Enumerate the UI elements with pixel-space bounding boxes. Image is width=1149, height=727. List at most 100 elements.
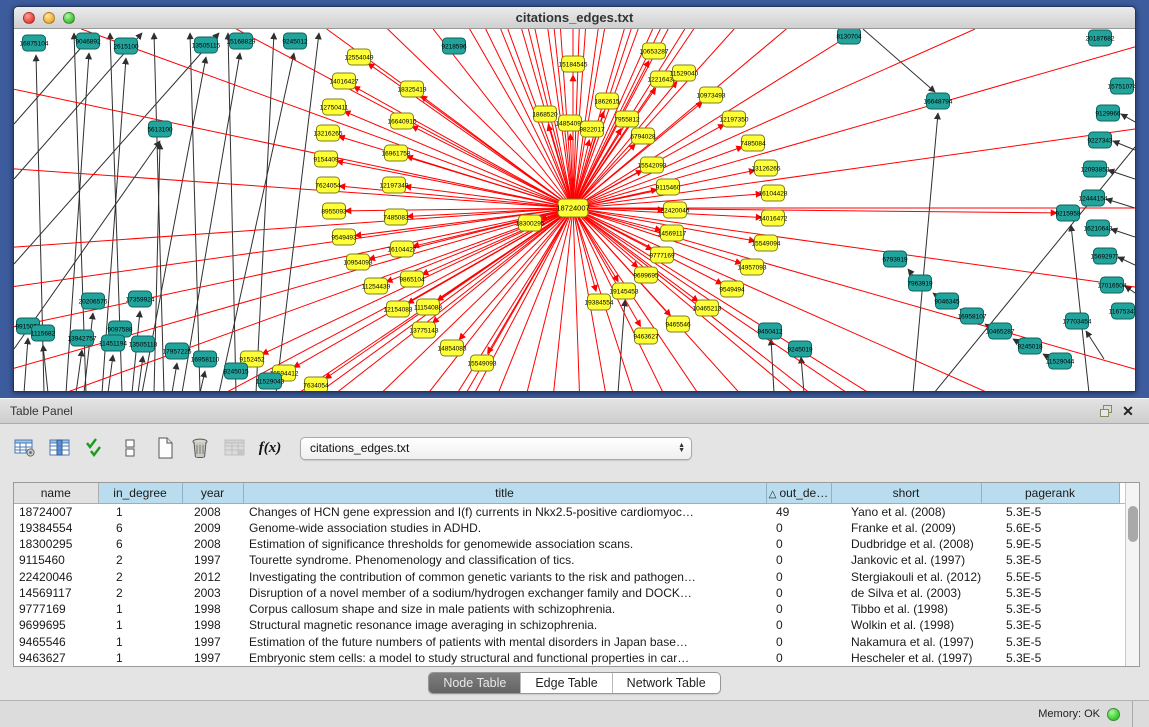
- network-node[interactable]: 10465287: [986, 323, 1015, 339]
- network-node[interactable]: 7634054: [303, 377, 329, 392]
- network-node[interactable]: 9245015: [223, 363, 249, 379]
- network-node[interactable]: 7963919: [907, 275, 933, 291]
- network-node[interactable]: 9154409: [313, 151, 339, 167]
- column-header-out_de…[interactable]: △out_de…: [766, 483, 831, 503]
- network-node[interactable]: 7624054: [315, 177, 341, 193]
- network-node[interactable]: 12444154: [1079, 190, 1108, 206]
- network-node[interactable]: 10954093: [344, 254, 373, 270]
- network-node[interactable]: 15692971: [1091, 248, 1120, 264]
- network-node[interactable]: 15184545: [559, 56, 588, 72]
- table-row[interactable]: 946554611997Estimation of the future num…: [14, 633, 1125, 649]
- network-node[interactable]: 14569117: [658, 225, 687, 241]
- network-node[interactable]: 17016504: [1098, 277, 1127, 293]
- network-node[interactable]: 1115682: [31, 325, 56, 341]
- network-node[interactable]: 20206576: [79, 293, 108, 309]
- network-graph[interactable]: 1255404914016427127504111321626591544097…: [14, 29, 1135, 392]
- network-node[interactable]: 9463627: [633, 328, 659, 344]
- network-node[interactable]: 9245012: [282, 33, 308, 49]
- network-node[interactable]: 15751074: [1108, 78, 1135, 94]
- network-node[interactable]: 11154088: [414, 299, 442, 315]
- network-node[interactable]: 10973493: [697, 87, 726, 103]
- table-row[interactable]: 946362711997Embryonic stem cells: a mode…: [14, 650, 1125, 666]
- network-node[interactable]: 5613100: [147, 121, 173, 137]
- table-row[interactable]: 1938455462009Genome-wide association stu…: [14, 520, 1125, 536]
- column-header-name[interactable]: name: [14, 483, 98, 503]
- tab-edge-table[interactable]: Edge Table: [520, 673, 611, 693]
- close-button[interactable]: [23, 12, 35, 24]
- network-view[interactable]: 1255404914016427127504111321626591544097…: [14, 29, 1135, 392]
- network-node[interactable]: 8955093: [321, 203, 347, 219]
- network-node[interactable]: 15168829: [227, 33, 256, 49]
- network-node[interactable]: 9129966: [1095, 105, 1121, 121]
- network-node[interactable]: 6793919: [882, 251, 908, 267]
- network-node[interactable]: 9245019: [787, 341, 813, 357]
- network-node[interactable]: 9549493: [331, 229, 357, 245]
- network-node[interactable]: 9046892: [75, 33, 101, 49]
- table-row[interactable]: 1872400712008Changes of HCN gene express…: [14, 503, 1125, 520]
- network-node[interactable]: 12197349: [380, 177, 409, 193]
- network-node[interactable]: 11254439: [362, 278, 391, 294]
- network-node[interactable]: 15549093: [468, 355, 497, 371]
- network-node[interactable]: 10465213: [693, 300, 722, 316]
- network-node[interactable]: 16104428: [759, 185, 788, 201]
- show-columns-button[interactable]: [47, 435, 73, 461]
- network-node[interactable]: 16961758: [382, 145, 411, 161]
- network-node[interactable]: 11529040: [670, 65, 699, 81]
- function-builder-button[interactable]: f(x): [257, 435, 283, 461]
- scrollbar-thumb[interactable]: [1128, 506, 1138, 542]
- network-node[interactable]: 2615100: [113, 38, 139, 54]
- network-node[interactable]: 16958110: [191, 351, 220, 367]
- delete-column-button[interactable]: [187, 435, 213, 461]
- network-node[interactable]: 1868520: [532, 106, 558, 122]
- network-node[interactable]: 16640910: [388, 113, 417, 129]
- network-node[interactable]: 20187682: [1086, 30, 1115, 46]
- network-node[interactable]: 9777169: [649, 247, 675, 263]
- network-node[interactable]: 14016472: [759, 210, 788, 226]
- network-node[interactable]: 9046345: [934, 293, 960, 309]
- network-node[interactable]: 16210643: [1084, 220, 1113, 236]
- network-node[interactable]: 22420046: [661, 202, 690, 218]
- network-node[interactable]: 12154083: [384, 301, 413, 317]
- network-node[interactable]: 13505115: [192, 37, 221, 53]
- network-node[interactable]: 9465546: [665, 316, 691, 332]
- network-window-titlebar[interactable]: citations_edges.txt: [14, 7, 1135, 29]
- network-node[interactable]: 12750411: [320, 99, 349, 115]
- network-node[interactable]: 14854083: [438, 340, 467, 356]
- network-node[interactable]: 7955812: [614, 111, 640, 127]
- network-node[interactable]: 9227343: [1087, 132, 1113, 148]
- network-node[interactable]: 9115460: [656, 179, 681, 195]
- table-row[interactable]: 911546021997Tourette syndrome. Phenomeno…: [14, 552, 1125, 568]
- column-header-pagerank[interactable]: pagerank: [981, 483, 1119, 503]
- zoom-button[interactable]: [63, 12, 75, 24]
- delete-table-button[interactable]: [222, 435, 248, 461]
- network-node[interactable]: 19145453: [610, 283, 639, 299]
- table-mode-button[interactable]: [12, 435, 38, 461]
- close-panel-button[interactable]: ✕: [1117, 401, 1139, 421]
- network-node[interactable]: 9215958: [1055, 205, 1081, 221]
- network-node[interactable]: 15549094: [752, 235, 781, 251]
- table-row[interactable]: 969969511998Structural magnetic resonanc…: [14, 617, 1125, 633]
- network-node[interactable]: 7485084: [740, 135, 766, 151]
- table-scrollbar[interactable]: [1125, 483, 1139, 666]
- network-node[interactable]: 9450412: [757, 323, 783, 339]
- network-node[interactable]: 9218596: [441, 38, 467, 54]
- network-hub-node[interactable]: 18724007: [556, 199, 589, 217]
- network-node[interactable]: 14016427: [330, 73, 359, 89]
- network-node[interactable]: 9245018: [1017, 338, 1043, 354]
- network-node[interactable]: 11529043: [256, 373, 285, 389]
- memory-status-indicator[interactable]: [1107, 708, 1120, 721]
- network-node[interactable]: 15542093: [638, 157, 667, 173]
- tab-network-table[interactable]: Network Table: [612, 673, 720, 693]
- network-node[interactable]: 11451194: [99, 335, 127, 351]
- column-header-in_degree[interactable]: in_degree: [98, 483, 182, 503]
- network-node[interactable]: 17957225: [163, 343, 192, 359]
- network-node[interactable]: 17703454: [1063, 313, 1092, 329]
- minimize-button[interactable]: [43, 12, 55, 24]
- network-node[interactable]: 16958107: [958, 308, 987, 324]
- network-node[interactable]: 13126265: [752, 160, 781, 176]
- network-node[interactable]: 12554049: [345, 49, 374, 65]
- new-column-button[interactable]: [152, 435, 178, 461]
- network-node[interactable]: 8130704: [836, 29, 862, 44]
- table-row[interactable]: 2242004622012Investigating the contribut…: [14, 568, 1125, 584]
- column-header-short[interactable]: short: [831, 483, 981, 503]
